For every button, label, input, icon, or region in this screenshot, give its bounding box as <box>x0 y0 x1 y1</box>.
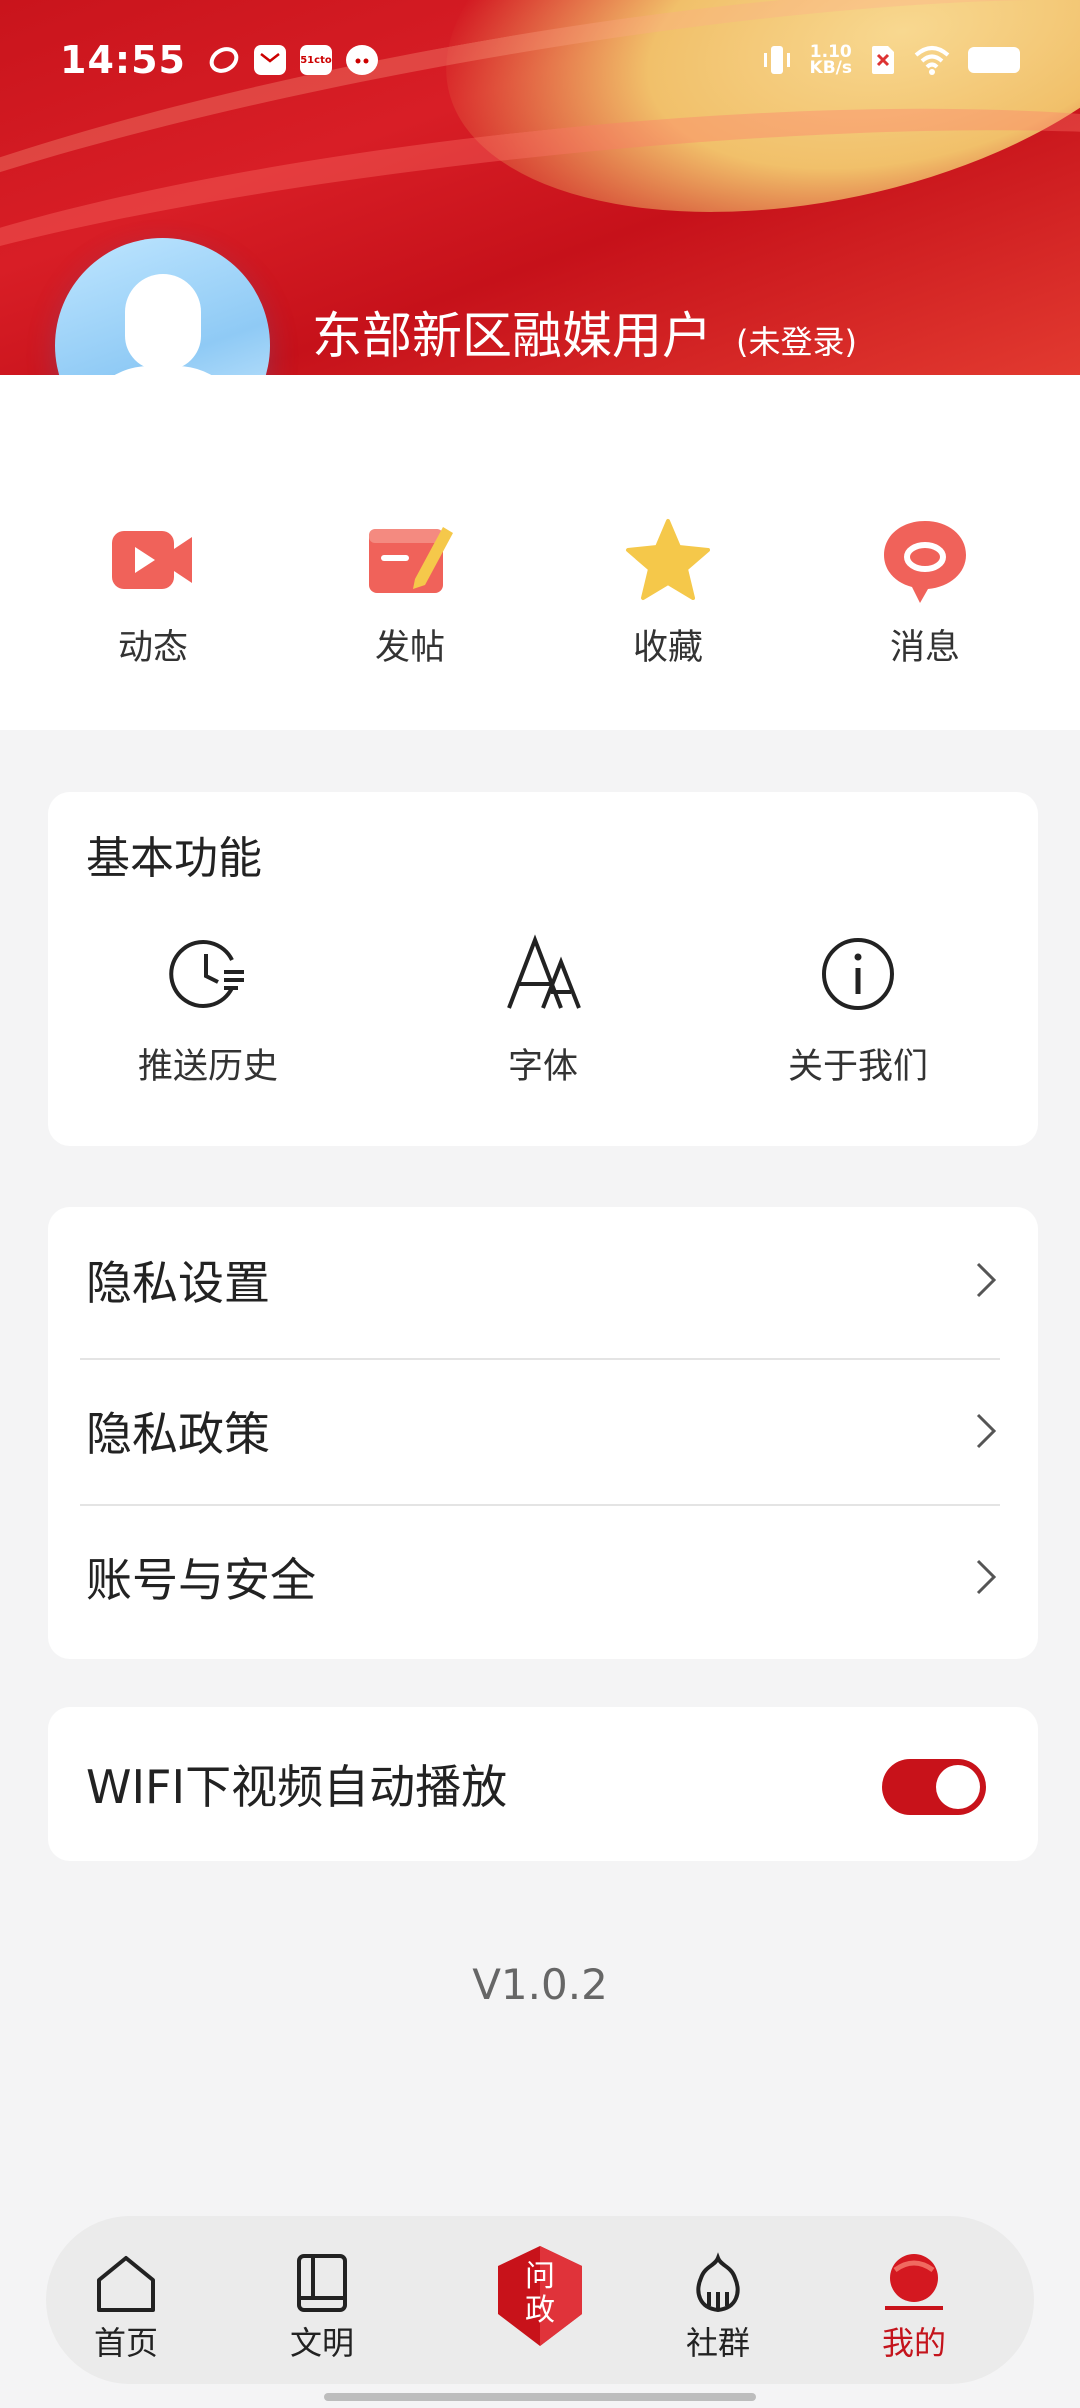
post-edit-icon <box>365 515 455 605</box>
font-icon <box>507 934 581 1009</box>
bottom-tab-bar: 首页 文明 问政 社群 我的 <box>46 2216 1034 2384</box>
51cto-icon: 51cto <box>299 45 332 75</box>
font-button[interactable]: 字体 <box>423 932 663 1089</box>
tab-ask-gov[interactable]: 问政 <box>494 2244 586 2348</box>
net-speed: 1.10 KB/s <box>809 42 852 78</box>
tab-community[interactable]: 社群 <box>653 2252 783 2364</box>
privacy-settings-row[interactable]: 隐私设置 <box>86 1207 998 1352</box>
login-status: (未登录) <box>736 323 857 361</box>
app-version: V1.0.2 <box>472 1960 608 2009</box>
app-icon-1 <box>208 45 240 75</box>
wifi-icon <box>914 46 950 75</box>
cat-icon <box>345 45 378 75</box>
chevron-right-icon <box>976 1262 997 1297</box>
chevron-right-icon <box>976 1559 997 1594</box>
account-security-row[interactable]: 账号与安全 <box>86 1504 998 1649</box>
basic-functions-title: 基本功能 <box>86 833 262 884</box>
tab-mine[interactable]: 我的 <box>849 2252 979 2364</box>
wifi-autoplay-row: WIFI下视频自动播放 <box>86 1711 998 1856</box>
push-history-button[interactable]: 推送历史 <box>88 932 328 1089</box>
basic-functions-card: 基本功能 推送历史 字体 关于我们 <box>48 792 1038 1146</box>
community-icon <box>696 2252 740 2313</box>
wifi-autoplay-toggle[interactable] <box>882 1759 986 1815</box>
clock-list-icon <box>169 940 244 1008</box>
no-sim-icon <box>872 46 894 74</box>
settings-list-card: 隐私设置 隐私政策 账号与安全 <box>48 1207 1038 1659</box>
quick-actions: 动态 发帖 收藏 消息 <box>0 375 1080 730</box>
book-icon <box>297 2254 347 2312</box>
quick-action-dynamic[interactable]: 动态 <box>73 515 233 670</box>
wifi-autoplay-card: WIFI下视频自动播放 <box>48 1707 1038 1861</box>
mail-icon <box>253 45 286 75</box>
star-icon <box>623 515 713 605</box>
profile-icon <box>885 2254 943 2310</box>
vibrate-icon <box>763 46 790 74</box>
home-icon <box>97 2256 155 2312</box>
about-us-button[interactable]: 关于我们 <box>738 932 978 1089</box>
home-indicator[interactable] <box>324 2393 756 2401</box>
wifi-autoplay-label: WIFI下视频自动播放 <box>86 1759 508 1814</box>
tab-civilization[interactable]: 文明 <box>257 2252 387 2364</box>
tab-home[interactable]: 首页 <box>61 2252 191 2364</box>
username: 东部新区融媒用户 <box>312 307 712 365</box>
battery-icon <box>968 47 1020 73</box>
video-icon <box>108 515 198 605</box>
quick-action-post[interactable]: 发帖 <box>330 515 490 670</box>
message-icon <box>880 515 970 605</box>
quick-action-messages[interactable]: 消息 <box>845 515 1005 670</box>
info-icon <box>822 938 894 1010</box>
username-area[interactable]: 东部新区融媒用户 (未登录) <box>312 296 857 368</box>
quick-action-favorites[interactable]: 收藏 <box>588 515 748 670</box>
privacy-policy-row[interactable]: 隐私政策 <box>86 1358 998 1503</box>
status-time: 14:55 <box>60 38 186 82</box>
status-bar: 14:55 51cto 1.10 KB/s <box>0 0 1080 120</box>
chevron-right-icon <box>976 1413 997 1448</box>
